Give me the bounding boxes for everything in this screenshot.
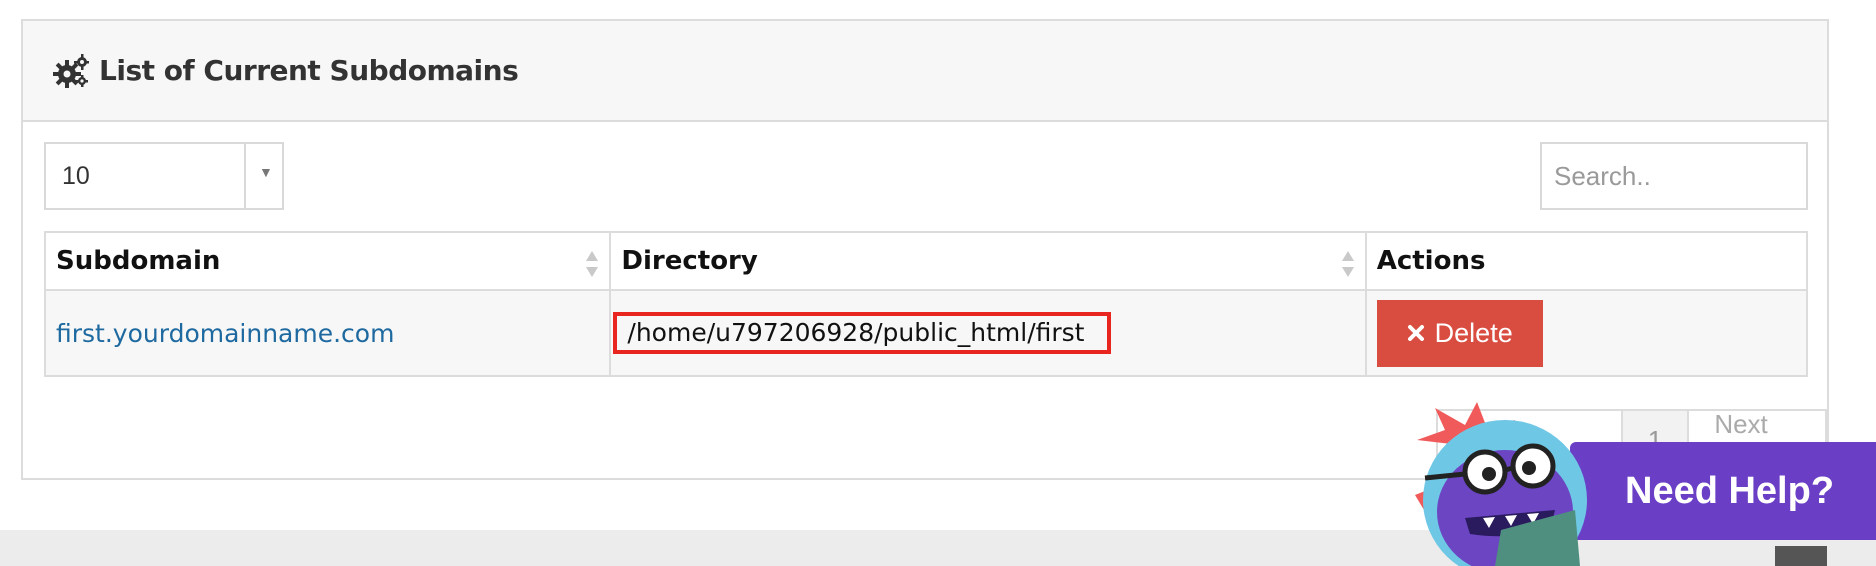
column-header-actions: Actions xyxy=(1364,231,1809,291)
help-widget[interactable]: Need Help? xyxy=(1570,442,1876,540)
column-header-label: Actions xyxy=(1376,246,1486,276)
scroll-to-top-button[interactable] xyxy=(1775,546,1827,566)
sort-icon xyxy=(1341,251,1354,277)
close-icon xyxy=(1407,325,1424,341)
delete-button[interactable]: Delete xyxy=(1376,299,1543,367)
page-length-select[interactable]: 10 ▼ xyxy=(44,142,284,210)
subdomains-table: Subdomain Directory Actions first.yourdo… xyxy=(43,231,1809,377)
delete-button-label: Delete xyxy=(1434,317,1513,348)
subdomain-cell: first.yourdomainname.com xyxy=(43,289,612,377)
caret-down-icon: ▼ xyxy=(259,164,273,180)
actions-cell: Delete xyxy=(1364,289,1809,377)
mascot-icon xyxy=(1415,402,1587,566)
column-header-label: Directory xyxy=(621,246,758,276)
subdomain-link[interactable]: first.yourdomainname.com xyxy=(56,319,394,348)
gears-icon xyxy=(53,53,89,88)
panel-header: List of Current Subdomains xyxy=(23,21,1827,122)
page-length-value: 10 xyxy=(62,162,90,190)
sort-icon xyxy=(586,251,599,277)
search-input[interactable] xyxy=(1540,142,1808,210)
column-header-directory[interactable]: Directory xyxy=(609,231,1367,291)
panel-title: List of Current Subdomains xyxy=(99,54,519,87)
directory-path: /home/u797206928/public_html/first xyxy=(613,312,1111,354)
select-divider xyxy=(244,144,246,208)
column-header-label: Subdomain xyxy=(56,246,221,276)
help-widget-label: Need Help? xyxy=(1625,469,1835,512)
table-row: first.yourdomainname.com /home/u79720692… xyxy=(43,289,1809,377)
column-header-subdomain[interactable]: Subdomain xyxy=(43,231,612,291)
table-header-row: Subdomain Directory Actions xyxy=(43,231,1809,291)
directory-cell: /home/u797206928/public_html/first xyxy=(609,289,1367,377)
